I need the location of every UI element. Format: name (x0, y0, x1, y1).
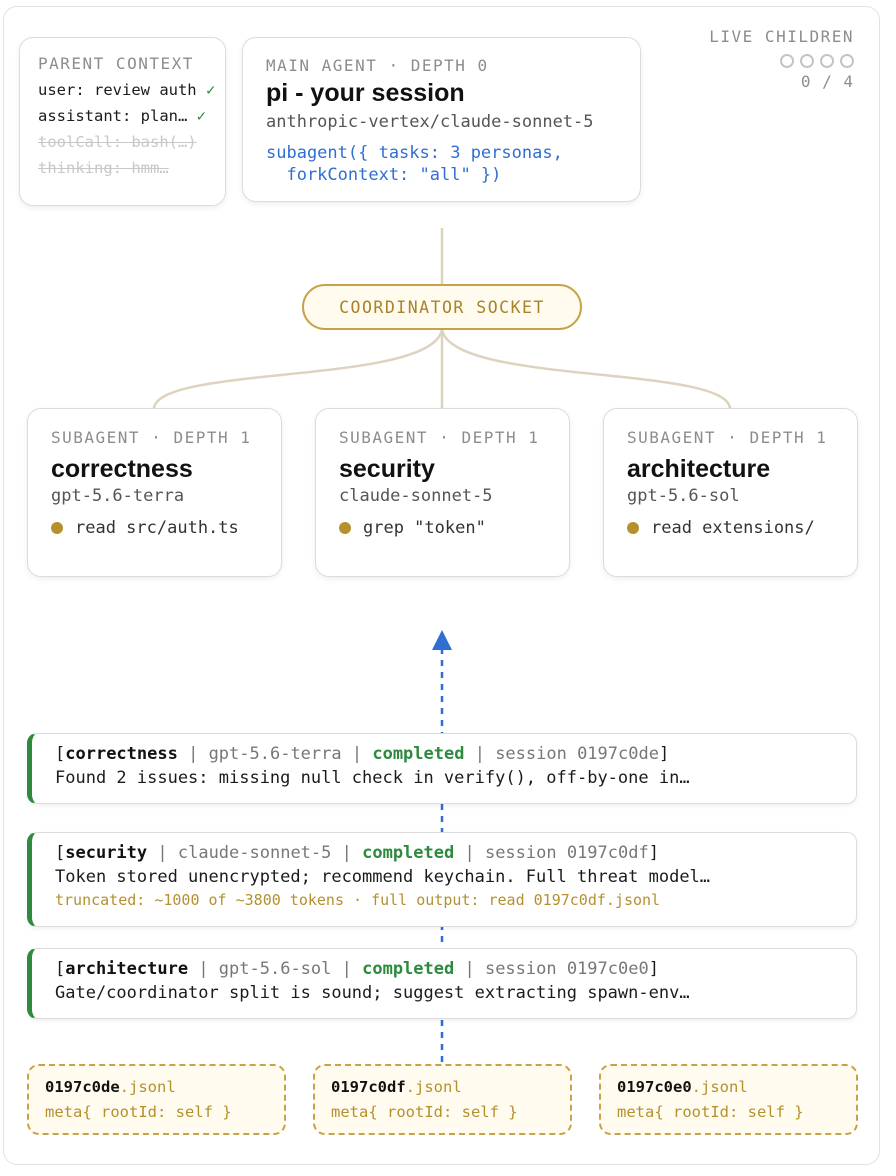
truncation-note: truncated: ~1000 of ~3800 tokens · full … (55, 891, 661, 909)
subagent-activity: read extensions/ (627, 518, 857, 538)
parent-context-card: PARENT CONTEXT user: review auth ✓ assis… (19, 37, 226, 206)
result-card-correctness: [correctness | gpt-5.6-terra | completed… (27, 733, 857, 804)
result-body: Found 2 issues: missing null check in ve… (55, 768, 690, 788)
file-meta: meta{ rootId: self } (617, 1103, 804, 1121)
session-file-0197c0df: 0197c0df.jsonl meta{ rootId: self } (313, 1064, 572, 1135)
context-line-thinking: thinking: hmm… (38, 159, 169, 177)
main-agent-card: MAIN AGENT · DEPTH 0 pi - your session a… (242, 37, 641, 202)
activity-dot-icon (51, 522, 63, 534)
subagent-name: correctness (51, 455, 193, 483)
session-file-0197c0e0: 0197c0e0.jsonl meta{ rootId: self } (599, 1064, 858, 1135)
result-session: session 0197c0e0 (484, 959, 649, 979)
main-agent-model: anthropic-vertex/claude-sonnet-5 (266, 112, 594, 132)
check-icon: ✓ (196, 107, 206, 125)
subagent-model: gpt-5.6-sol (627, 486, 740, 506)
subagent-card-security: SUBAGENT · DEPTH 1 security claude-sonne… (315, 408, 570, 577)
file-id: 0197c0df (331, 1078, 406, 1096)
context-line-assistant: assistant: plan… ✓ (38, 107, 225, 125)
result-model: claude-sonnet-5 (177, 843, 332, 863)
result-card-security: [security | claude-sonnet-5 | completed … (27, 832, 857, 927)
subagent-name: architecture (627, 455, 771, 483)
live-children-label: LIVE CHILDREN (709, 27, 854, 46)
subagent-name: security (339, 455, 435, 483)
subagent-label: SUBAGENT · DEPTH 1 (627, 428, 828, 447)
subagent-model: claude-sonnet-5 (339, 486, 493, 506)
file-name: 0197c0de.jsonl (45, 1078, 284, 1096)
coordinator-socket: COORDINATOR SOCKET (302, 284, 582, 330)
subagent-call: subagent({ tasks: 3 personas, forkContex… (266, 143, 563, 185)
main-agent-label: MAIN AGENT · DEPTH 0 (266, 56, 489, 75)
result-header: [correctness | gpt-5.6-terra | completed… (55, 744, 670, 764)
subagent-card-architecture: SUBAGENT · DEPTH 1 architecture gpt-5.6-… (603, 408, 858, 577)
child-slot-icon (780, 54, 794, 68)
subagent-activity-text: read src/auth.ts (75, 518, 239, 538)
subagent-activity-text: grep "token" (363, 518, 486, 538)
result-name: architecture (65, 959, 189, 979)
activity-dot-icon (627, 522, 639, 534)
child-slot-icon (800, 54, 814, 68)
file-name: 0197c0df.jsonl (331, 1078, 570, 1096)
subagent-label: SUBAGENT · DEPTH 1 (339, 428, 540, 447)
file-meta: meta{ rootId: self } (45, 1103, 232, 1121)
result-card-architecture: [architecture | gpt-5.6-sol | completed … (27, 948, 857, 1019)
file-ext: .jsonl (691, 1078, 748, 1096)
socket-to-architecture-line (440, 329, 732, 409)
child-slot-icon (840, 54, 854, 68)
result-body: Token stored unencrypted; recommend keyc… (55, 867, 711, 887)
result-model: gpt-5.6-terra (208, 744, 342, 764)
socket-to-correctness-line (152, 329, 444, 409)
live-children-dots (709, 54, 854, 68)
parent-context-label: PARENT CONTEXT (38, 54, 194, 73)
result-name: correctness (65, 744, 178, 764)
result-session: session 0197c0df (484, 843, 649, 863)
result-model: gpt-5.6-sol (218, 959, 332, 979)
main-agent-title: pi - your session (266, 79, 465, 107)
context-line-user: user: review auth ✓ (38, 81, 225, 99)
result-status: completed (362, 959, 455, 979)
result-body: Gate/coordinator split is sound; suggest… (55, 983, 690, 1003)
result-session: session 0197c0de (495, 744, 659, 764)
child-slot-icon (820, 54, 834, 68)
subagent-card-correctness: SUBAGENT · DEPTH 1 correctness gpt-5.6-t… (27, 408, 282, 577)
check-icon: ✓ (205, 81, 216, 99)
result-status: completed (372, 744, 465, 764)
subagent-label: SUBAGENT · DEPTH 1 (51, 428, 252, 447)
session-file-0197c0de: 0197c0de.jsonl meta{ rootId: self } (27, 1064, 286, 1135)
live-children-indicator: LIVE CHILDREN 0 / 4 (709, 27, 854, 91)
result-name: security (65, 843, 148, 863)
file-ext: .jsonl (119, 1078, 176, 1096)
context-line-text: user: review auth (38, 81, 197, 99)
subagent-activity: read src/auth.ts (51, 518, 281, 538)
context-line-text: assistant: plan… (38, 107, 188, 125)
result-header: [security | claude-sonnet-5 | completed … (55, 843, 659, 863)
file-ext: .jsonl (405, 1078, 462, 1096)
activity-dot-icon (339, 522, 351, 534)
subagent-activity-text: read extensions/ (651, 518, 815, 538)
context-line-toolcall: toolCall: bash(…) (38, 133, 197, 151)
file-meta: meta{ rootId: self } (331, 1103, 518, 1121)
subagent-activity: grep "token" (339, 518, 569, 538)
live-children-count: 0 / 4 (800, 72, 854, 91)
subagent-model: gpt-5.6-terra (51, 486, 185, 506)
return-arrow-head (432, 630, 452, 650)
result-status: completed (362, 843, 455, 863)
file-id: 0197c0de (45, 1078, 120, 1096)
result-header: [architecture | gpt-5.6-sol | completed … (55, 959, 659, 979)
file-id: 0197c0e0 (617, 1078, 692, 1096)
file-name: 0197c0e0.jsonl (617, 1078, 856, 1096)
